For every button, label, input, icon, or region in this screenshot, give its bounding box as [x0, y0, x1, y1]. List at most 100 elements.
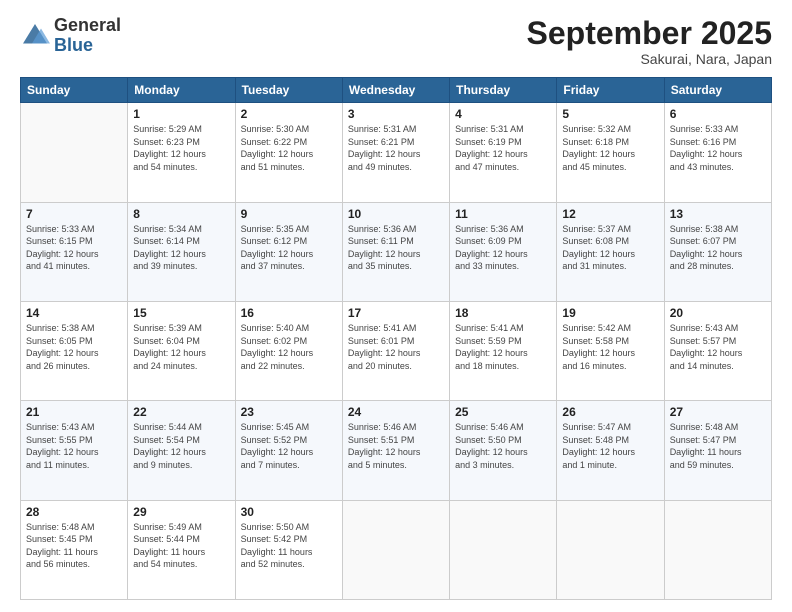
calendar-cell: 5Sunrise: 5:32 AMSunset: 6:18 PMDaylight… [557, 103, 664, 202]
day-info: Sunrise: 5:38 AMSunset: 6:07 PMDaylight:… [670, 223, 766, 273]
calendar-cell: 21 Sunrise: 5:43 AMSunset: 5:55 PMDayligh… [21, 401, 128, 500]
day-number: 17 [348, 306, 444, 320]
day-info: Sunrise: 5:47 AMSunset: 5:48 PMDaylight:… [562, 421, 658, 471]
calendar-cell: 13 Sunrise: 5:38 AMSunset: 6:07 PMDayligh… [664, 202, 771, 301]
calendar-cell: 9 Sunrise: 5:35 AMSunset: 6:12 PMDaylight… [235, 202, 342, 301]
calendar-cell [664, 500, 771, 599]
day-number: 16 [241, 306, 337, 320]
calendar-cell [557, 500, 664, 599]
day-info: Sunrise: 5:49 AMSunset: 5:44 PMDaylight:… [133, 521, 229, 571]
day-number: 4 [455, 107, 551, 121]
calendar-week-row: 28 Sunrise: 5:48 AMSunset: 5:45 PMDayligh… [21, 500, 772, 599]
weekday-header: Thursday [450, 78, 557, 103]
calendar-cell: 8 Sunrise: 5:34 AMSunset: 6:14 PMDaylight… [128, 202, 235, 301]
day-info: Sunrise: 5:43 AMSunset: 5:55 PMDaylight:… [26, 421, 122, 471]
day-number: 3 [348, 107, 444, 121]
day-info: Sunrise: 5:38 AMSunset: 6:05 PMDaylight:… [26, 322, 122, 372]
day-info: Sunrise: 5:35 AMSunset: 6:12 PMDaylight:… [241, 223, 337, 273]
month-title: September 2025 [527, 16, 772, 51]
day-info: Sunrise: 5:48 AMSunset: 5:47 PMDaylight:… [670, 421, 766, 471]
day-number: 20 [670, 306, 766, 320]
day-number: 15 [133, 306, 229, 320]
logo-general-text: General [54, 15, 121, 35]
calendar-week-row: 7Sunrise: 5:33 AMSunset: 6:15 PMDaylight… [21, 202, 772, 301]
weekday-header: Wednesday [342, 78, 449, 103]
logo: General Blue [20, 16, 121, 56]
day-info: Sunrise: 5:41 AMSunset: 5:59 PMDaylight:… [455, 322, 551, 372]
day-number: 26 [562, 405, 658, 419]
calendar-header-row: SundayMondayTuesdayWednesdayThursdayFrid… [21, 78, 772, 103]
day-info: Sunrise: 5:50 AMSunset: 5:42 PMDaylight:… [241, 521, 337, 571]
calendar-cell: 19 Sunrise: 5:42 AMSunset: 5:58 PMDayligh… [557, 301, 664, 400]
day-number: 9 [241, 207, 337, 221]
day-info: Sunrise: 5:36 AMSunset: 6:11 PMDaylight:… [348, 223, 444, 273]
weekday-header: Tuesday [235, 78, 342, 103]
calendar-cell: 16 Sunrise: 5:40 AMSunset: 6:02 PMDayligh… [235, 301, 342, 400]
calendar-cell: 10Sunrise: 5:36 AMSunset: 6:11 PMDayligh… [342, 202, 449, 301]
day-info: Sunrise: 5:41 AMSunset: 6:01 PMDaylight:… [348, 322, 444, 372]
day-number: 27 [670, 405, 766, 419]
weekday-header: Friday [557, 78, 664, 103]
calendar-cell: 17 Sunrise: 5:41 AMSunset: 6:01 PMDayligh… [342, 301, 449, 400]
calendar-week-row: 1 Sunrise: 5:29 AMSunset: 6:23 PMDaylight… [21, 103, 772, 202]
calendar-week-row: 21 Sunrise: 5:43 AMSunset: 5:55 PMDayligh… [21, 401, 772, 500]
day-number: 25 [455, 405, 551, 419]
day-info: Sunrise: 5:33 AMSunset: 6:16 PMDaylight:… [670, 123, 766, 173]
day-number: 6 [670, 107, 766, 121]
day-number: 14 [26, 306, 122, 320]
day-info: Sunrise: 5:39 AMSunset: 6:04 PMDaylight:… [133, 322, 229, 372]
day-number: 21 [26, 405, 122, 419]
calendar-cell: 30 Sunrise: 5:50 AMSunset: 5:42 PMDayligh… [235, 500, 342, 599]
day-info: Sunrise: 5:31 AMSunset: 6:21 PMDaylight:… [348, 123, 444, 173]
day-info: Sunrise: 5:34 AMSunset: 6:14 PMDaylight:… [133, 223, 229, 273]
calendar-cell: 15 Sunrise: 5:39 AMSunset: 6:04 PMDayligh… [128, 301, 235, 400]
page-header: General Blue September 2025 Sakurai, Nar… [20, 16, 772, 67]
day-number: 29 [133, 505, 229, 519]
day-info: Sunrise: 5:44 AMSunset: 5:54 PMDaylight:… [133, 421, 229, 471]
weekday-header: Monday [128, 78, 235, 103]
weekday-header: Saturday [664, 78, 771, 103]
calendar-cell: 25Sunrise: 5:46 AMSunset: 5:50 PMDayligh… [450, 401, 557, 500]
calendar-cell [450, 500, 557, 599]
day-info: Sunrise: 5:43 AMSunset: 5:57 PMDaylight:… [670, 322, 766, 372]
day-info: Sunrise: 5:37 AMSunset: 6:08 PMDaylight:… [562, 223, 658, 273]
day-number: 8 [133, 207, 229, 221]
day-number: 12 [562, 207, 658, 221]
day-number: 1 [133, 107, 229, 121]
day-number: 28 [26, 505, 122, 519]
day-number: 18 [455, 306, 551, 320]
day-number: 5 [562, 107, 658, 121]
day-info: Sunrise: 5:48 AMSunset: 5:45 PMDaylight:… [26, 521, 122, 571]
title-block: September 2025 Sakurai, Nara, Japan [527, 16, 772, 67]
calendar-cell: 23 Sunrise: 5:45 AMSunset: 5:52 PMDayligh… [235, 401, 342, 500]
calendar-cell: 4 Sunrise: 5:31 AMSunset: 6:19 PMDaylight… [450, 103, 557, 202]
day-info: Sunrise: 5:40 AMSunset: 6:02 PMDaylight:… [241, 322, 337, 372]
calendar-cell: 11Sunrise: 5:36 AMSunset: 6:09 PMDayligh… [450, 202, 557, 301]
day-info: Sunrise: 5:31 AMSunset: 6:19 PMDaylight:… [455, 123, 551, 173]
day-number: 23 [241, 405, 337, 419]
calendar-cell: 20 Sunrise: 5:43 AMSunset: 5:57 PMDayligh… [664, 301, 771, 400]
day-number: 19 [562, 306, 658, 320]
day-info: Sunrise: 5:29 AMSunset: 6:23 PMDaylight:… [133, 123, 229, 173]
calendar-cell: 3 Sunrise: 5:31 AMSunset: 6:21 PMDaylight… [342, 103, 449, 202]
day-info: Sunrise: 5:42 AMSunset: 5:58 PMDaylight:… [562, 322, 658, 372]
day-number: 30 [241, 505, 337, 519]
calendar-cell: 24 Sunrise: 5:46 AMSunset: 5:51 PMDayligh… [342, 401, 449, 500]
calendar-cell: 7Sunrise: 5:33 AMSunset: 6:15 PMDaylight… [21, 202, 128, 301]
location-subtitle: Sakurai, Nara, Japan [527, 51, 772, 67]
day-info: Sunrise: 5:46 AMSunset: 5:51 PMDaylight:… [348, 421, 444, 471]
day-number: 24 [348, 405, 444, 419]
calendar-cell: 18 Sunrise: 5:41 AMSunset: 5:59 PMDayligh… [450, 301, 557, 400]
calendar-cell: 1 Sunrise: 5:29 AMSunset: 6:23 PMDaylight… [128, 103, 235, 202]
calendar-week-row: 14 Sunrise: 5:38 AMSunset: 6:05 PMDayligh… [21, 301, 772, 400]
day-info: Sunrise: 5:36 AMSunset: 6:09 PMDaylight:… [455, 223, 551, 273]
day-number: 13 [670, 207, 766, 221]
day-info: Sunrise: 5:30 AMSunset: 6:22 PMDaylight:… [241, 123, 337, 173]
logo-icon [20, 21, 50, 51]
calendar-table: SundayMondayTuesdayWednesdayThursdayFrid… [20, 77, 772, 600]
calendar-cell [342, 500, 449, 599]
day-info: Sunrise: 5:45 AMSunset: 5:52 PMDaylight:… [241, 421, 337, 471]
day-number: 2 [241, 107, 337, 121]
calendar-cell: 2 Sunrise: 5:30 AMSunset: 6:22 PMDaylight… [235, 103, 342, 202]
day-number: 22 [133, 405, 229, 419]
